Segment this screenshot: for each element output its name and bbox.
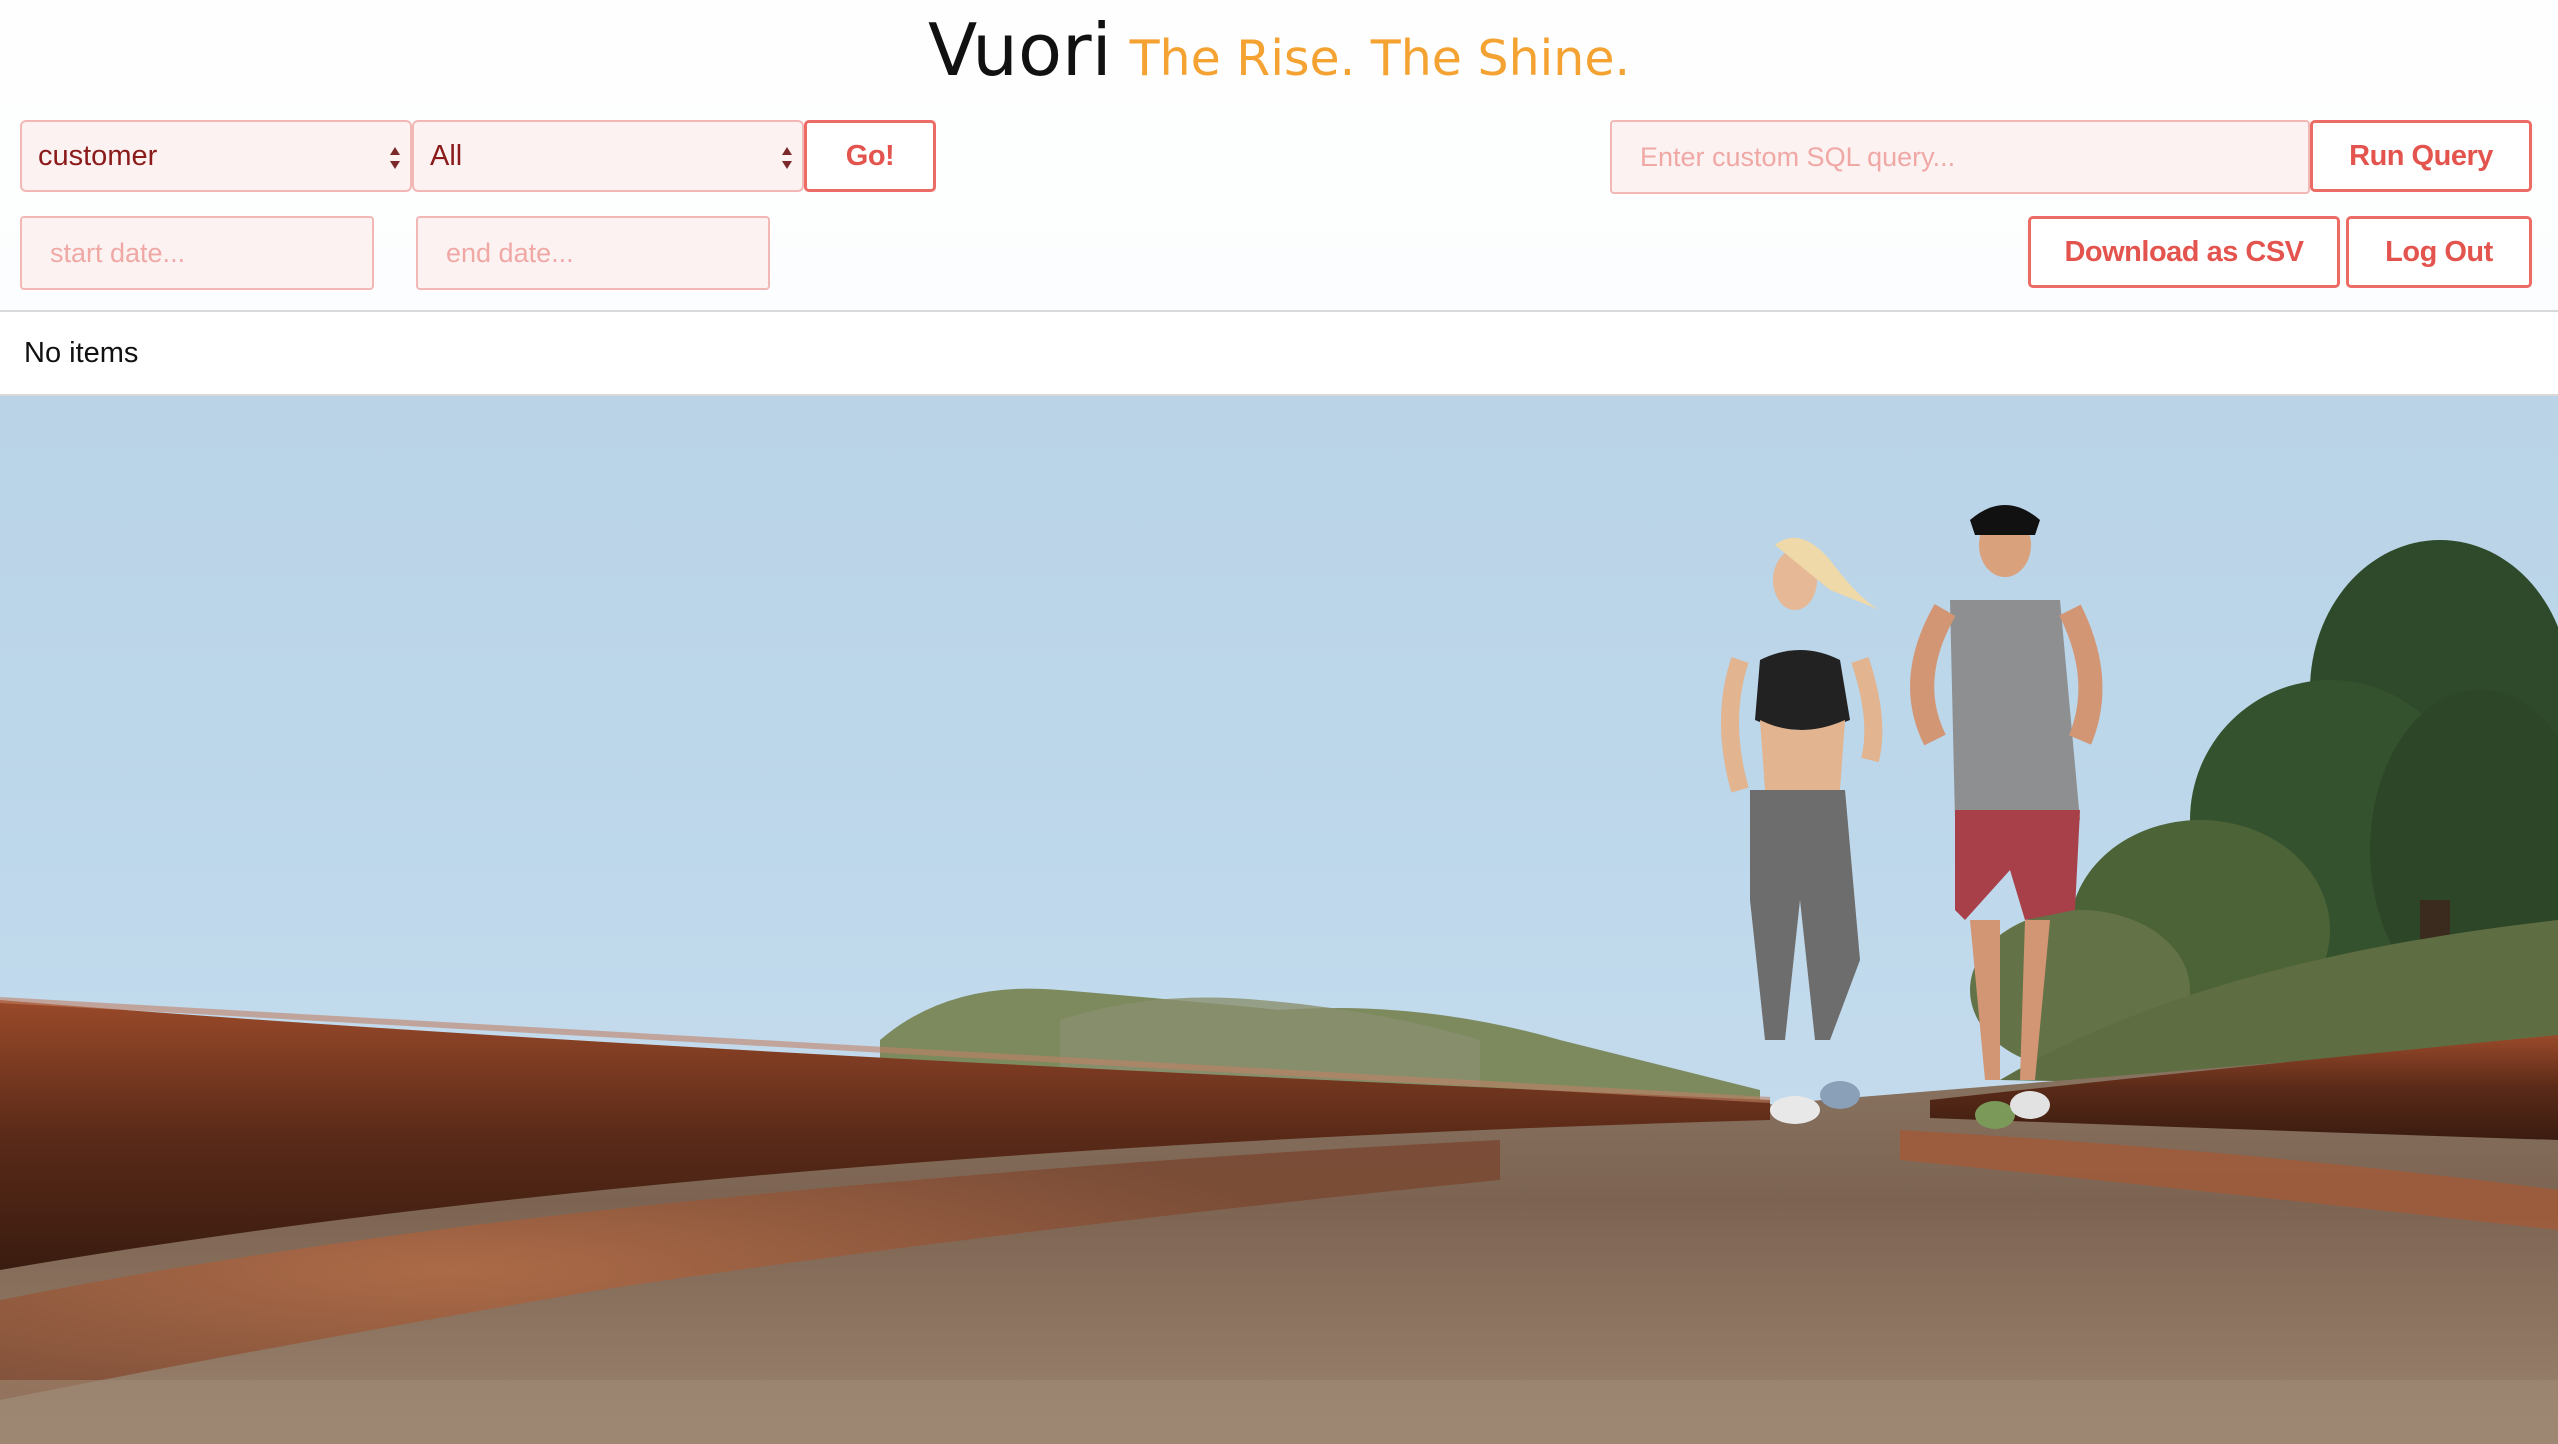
- entity-select-value: customer: [38, 140, 158, 172]
- logout-button[interactable]: Log Out: [2346, 216, 2532, 288]
- top-bar: Vuori The Rise. The Shine. customer All G…: [0, 0, 2558, 310]
- download-csv-button[interactable]: Download as CSV: [2028, 216, 2340, 288]
- brand-name: Vuori: [927, 8, 1112, 92]
- entity-select[interactable]: customer: [20, 120, 412, 192]
- select-arrows-icon: [782, 147, 792, 169]
- select-arrows-icon: [390, 147, 400, 169]
- run-query-button[interactable]: Run Query: [2310, 120, 2532, 192]
- brand-header: Vuori The Rise. The Shine.: [0, 8, 2558, 92]
- results-panel: No items: [0, 310, 2558, 396]
- go-button[interactable]: Go!: [804, 120, 936, 192]
- end-date-input[interactable]: end date...: [416, 216, 770, 290]
- brand-tagline: The Rise. The Shine.: [1129, 30, 1631, 87]
- sql-query-input[interactable]: Enter custom SQL query...: [1610, 120, 2310, 194]
- scope-select[interactable]: All: [412, 120, 804, 192]
- empty-results-text: No items: [24, 337, 139, 369]
- start-date-input[interactable]: start date...: [20, 216, 374, 290]
- scope-select-value: All: [430, 140, 463, 172]
